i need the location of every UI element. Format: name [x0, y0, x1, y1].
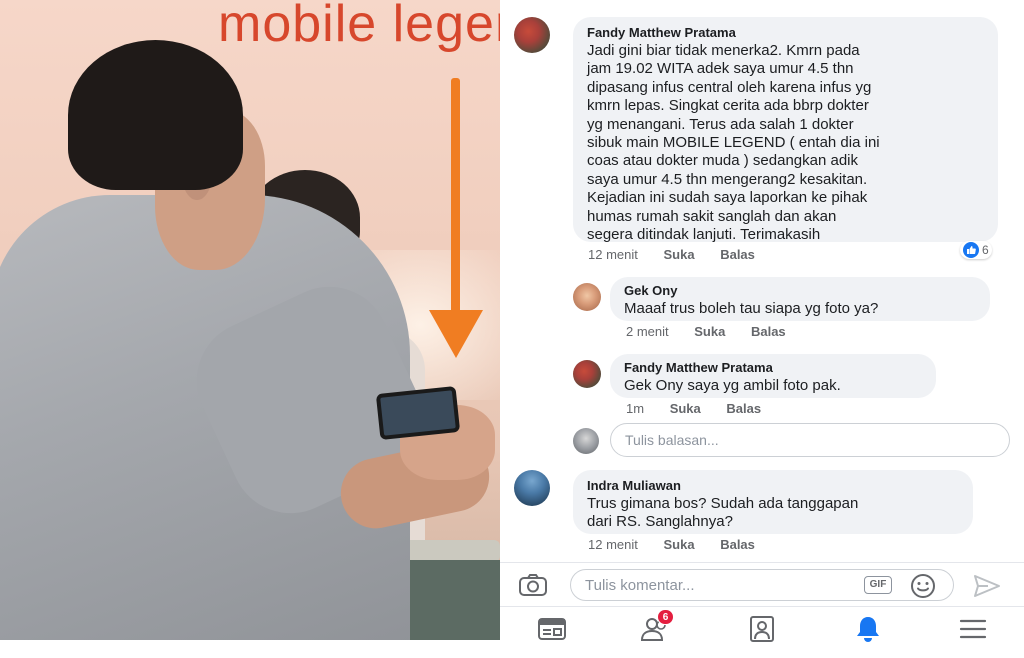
- reaction-count[interactable]: 6: [960, 241, 992, 259]
- comment-bubble: Fandy Matthew Pratama Jadi gini biar tid…: [573, 17, 998, 244]
- avatar[interactable]: [514, 470, 550, 506]
- like-icon: [963, 242, 979, 258]
- tab-news-feed[interactable]: [534, 613, 570, 649]
- arrow-shaft: [451, 78, 460, 323]
- comment-meta: 12 menit Suka Balas: [588, 247, 777, 262]
- reply-meta: 1m Suka Balas: [626, 401, 783, 416]
- tab-profile[interactable]: [744, 613, 780, 649]
- emoji-icon[interactable]: [910, 573, 936, 604]
- photo-banner-text: mobile legen: [218, 0, 500, 53]
- reply-link[interactable]: Balas: [751, 324, 786, 339]
- reply-author[interactable]: Gek Ony: [624, 283, 976, 298]
- comment-text: Jadi gini biar tidak menerka2. Kmrn pada…: [587, 42, 880, 244]
- camera-icon[interactable]: [518, 573, 548, 602]
- comment-author[interactable]: Indra Muliawan: [587, 478, 959, 493]
- comment-time: 12 menit: [588, 247, 638, 262]
- reply-link[interactable]: Balas: [726, 401, 761, 416]
- comment-input[interactable]: Tulis komentar...: [570, 569, 954, 601]
- reply-bubble: Fandy Matthew Pratama Gek Ony saya yg am…: [610, 354, 936, 398]
- comment-composer: Tulis komentar... GIF: [500, 562, 1024, 606]
- comment-text: Trus gimana bos? Sudah ada tanggapan dar…: [587, 495, 859, 531]
- first-person-hair: [68, 40, 243, 190]
- like-link[interactable]: Suka: [694, 324, 725, 339]
- profile-icon: [748, 615, 776, 648]
- reply-meta: 2 menit Suka Balas: [626, 324, 808, 339]
- avatar[interactable]: [573, 360, 601, 388]
- like-link[interactable]: Suka: [670, 401, 701, 416]
- comment-author[interactable]: Fandy Matthew Pratama: [587, 25, 984, 40]
- news-feed-icon: [537, 616, 567, 647]
- notifications-icon: [853, 614, 883, 649]
- like-link[interactable]: Suka: [664, 537, 695, 552]
- avatar[interactable]: [514, 17, 550, 53]
- bottom-tab-bar: 6: [500, 606, 1024, 658]
- tab-friend-requests[interactable]: 6: [637, 609, 674, 649]
- menu-icon: [959, 618, 987, 645]
- notification-badge: 6: [657, 609, 674, 625]
- reply-text: Gek Ony saya yg ambil foto pak.: [624, 377, 841, 394]
- like-link[interactable]: Suka: [664, 247, 695, 262]
- news-photo: mobile legen: [0, 0, 500, 640]
- avatar[interactable]: [573, 283, 601, 311]
- reply-author[interactable]: Fandy Matthew Pratama: [624, 360, 922, 375]
- reply-time: 2 menit: [626, 324, 669, 339]
- gif-button[interactable]: GIF: [864, 576, 892, 594]
- avatar: [573, 428, 599, 454]
- reply-link[interactable]: Balas: [720, 247, 755, 262]
- comment-meta: 12 menit Suka Balas: [588, 537, 777, 552]
- reaction-count-number: 6: [982, 243, 989, 257]
- reply-bubble: Gek Ony Maaaf trus boleh tau siapa yg fo…: [610, 277, 990, 321]
- phone-game-screen: [375, 385, 461, 441]
- tab-notifications[interactable]: [850, 613, 886, 649]
- comment-bubble: Indra Muliawan Trus gimana bos? Sudah ad…: [573, 470, 973, 534]
- comments-panel: Fandy Matthew Pratama Jadi gini biar tid…: [500, 0, 1024, 658]
- reply-time: 1m: [626, 401, 645, 416]
- reply-text: Maaaf trus boleh tau siapa yg foto ya?: [624, 300, 879, 317]
- send-icon[interactable]: [972, 573, 1002, 604]
- reply-input[interactable]: Tulis balasan...: [610, 423, 1010, 457]
- tab-menu[interactable]: [955, 613, 991, 649]
- arrow-down-icon: [429, 310, 483, 358]
- comment-time: 12 menit: [588, 537, 638, 552]
- reply-link[interactable]: Balas: [720, 537, 755, 552]
